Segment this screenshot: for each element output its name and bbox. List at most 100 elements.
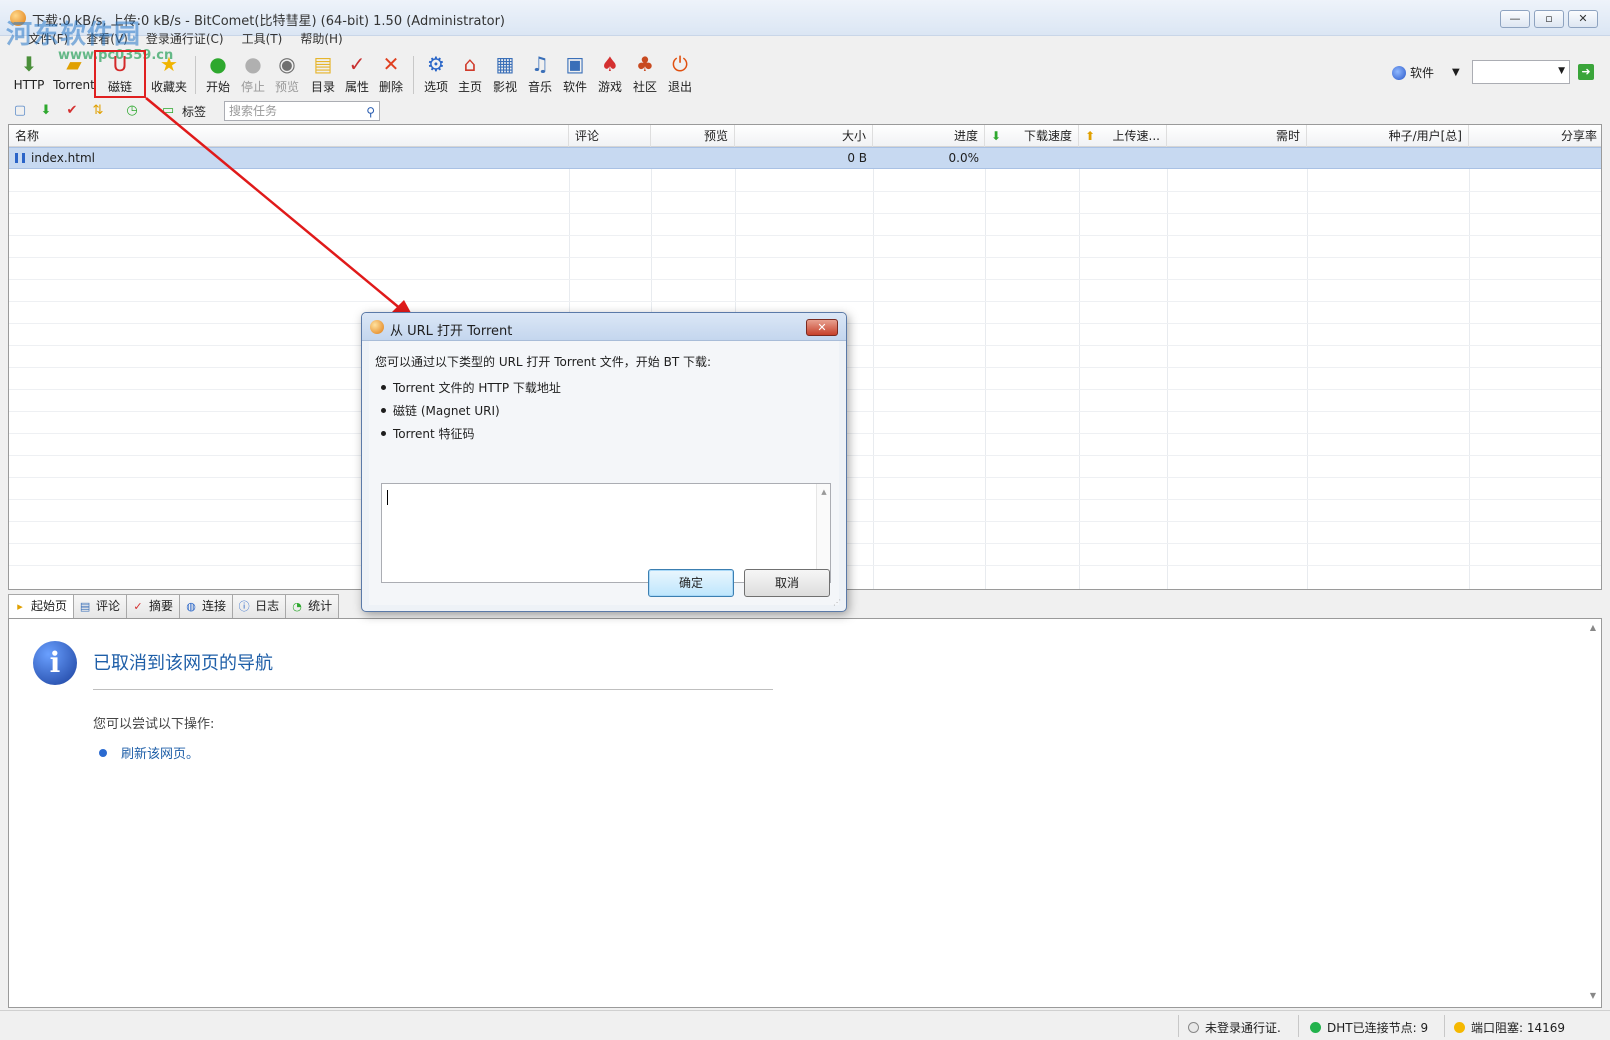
grid-line [9,279,1601,280]
home-button[interactable]: ⌂ 主页 [456,52,484,96]
close-window-button[interactable]: ✕ [1568,10,1598,28]
port-status[interactable]: 端口阻塞: 14169 [1454,1019,1565,1036]
column-comment[interactable]: 评论 [569,125,651,147]
stop-button[interactable]: ● 停止 [239,52,267,96]
status-separator [1178,1015,1179,1037]
favorites-button[interactable]: ★ 收藏夹 [150,52,188,96]
navigation-hint: 您可以尝试以下操作: [93,717,215,732]
http-download-icon: ⬇ [20,52,38,76]
task-ratio-cell [1469,148,1601,169]
column-name[interactable]: 名称 [9,125,569,147]
download-arrow-icon[interactable]: ⬇ [38,103,54,119]
web-search-combo[interactable]: ▼ [1472,60,1570,84]
maximize-button[interactable]: ▫ [1534,10,1564,28]
properties-button[interactable]: ✓ 属性 [343,52,371,96]
grid-line [9,213,1601,214]
column-seeds[interactable]: 种子/用户[总] [1307,125,1469,147]
ok-button[interactable]: 确定 [648,569,734,597]
preview-button[interactable]: ◉ 预览 [273,52,301,96]
column-ratio[interactable]: 分享率 [1469,125,1601,147]
dialog-bullet-item: Torrent 文件的 HTTP 下载地址 [381,381,561,395]
column-download-speed[interactable]: ⬇ 下载速度 [985,125,1079,147]
navigation-cancelled-title: 已取消到该网页的导航 [93,653,273,674]
delete-button[interactable]: ✕ 删除 [377,52,405,96]
tag-label[interactable]: 标签 [182,103,206,120]
updown-arrow-icon[interactable]: ⇅ [90,103,106,119]
url-input-textarea[interactable]: ▲ ▼ [381,483,831,583]
tab-comments[interactable]: ▤ 评论 [73,594,128,618]
table-row[interactable]: index.html 0 B 0.0% [9,147,1601,169]
tab-summary[interactable]: ✓ 摘要 [126,594,181,618]
menu-help[interactable]: 帮助(H) [300,30,342,47]
folder-button[interactable]: ▤ 目录 [309,52,337,96]
properties-icon: ✓ [348,52,366,76]
upload-arrow-icon: ⬆ [1085,129,1096,143]
options-button[interactable]: ⚙ 选项 [422,52,450,96]
divider [93,689,773,690]
community-button[interactable]: ♣ 社区 [631,52,659,96]
search-icon[interactable]: ⚲ [366,103,375,121]
cancel-button[interactable]: 取消 [744,569,830,597]
dialog-bullet-item: Torrent 特征码 [381,427,475,441]
task-size-cell: 0 B [847,151,867,165]
dialog-bullet-item: 磁链 (Magnet URI) [381,404,500,418]
play-icon: ● [209,52,227,76]
scroll-up-icon[interactable]: ▲ [1587,623,1599,635]
main-toolbar: ⬇ HTTP ▰ Torrent U 磁链 ★ 收藏夹 ● 开始 ● 停止 ◉ … [0,50,1610,98]
column-eta[interactable]: 需时 [1167,125,1307,147]
timer-icon[interactable]: ◷ [124,103,140,119]
column-upload-speed[interactable]: ⬆ 上传速... [1079,125,1167,147]
grid-line [9,301,1601,302]
start-page-browser: i 已取消到该网页的导航 您可以尝试以下操作: 刷新该网页。 ▲ ▼ [8,618,1602,1008]
software-button[interactable]: ▣ 软件 [561,52,589,96]
bottom-tab-bar: ▸ 起始页 ▤ 评论 ✓ 摘要 ◍ 连接 ⓘ 日志 ◔ 统计 [8,594,340,619]
connection-globe-icon: ◍ [186,600,196,613]
tab-log[interactable]: ⓘ 日志 [232,594,287,618]
minimize-button[interactable]: — [1500,10,1530,28]
refresh-page-link[interactable]: 刷新该网页。 [121,743,199,762]
bullet-icon [99,749,107,757]
menu-tools[interactable]: 工具(T) [242,30,283,47]
film-icon: ▦ [495,52,515,76]
exit-button[interactable]: ⏻ 退出 [666,52,694,96]
task-search-input[interactable]: 搜索任务 ⚲ [224,101,380,121]
task-seeds-cell [1307,148,1469,169]
go-arrow-icon[interactable]: ➜ [1578,64,1594,80]
http-button[interactable]: ⬇ HTTP [12,52,46,96]
tab-start-page[interactable]: ▸ 起始页 [8,594,75,619]
task-name-cell: index.html [9,148,569,169]
textarea-scrollbar[interactable]: ▲ ▼ [816,484,830,582]
download-arrow-icon: ⬇ [991,129,1002,143]
menu-login[interactable]: 登录通行证(C) [146,30,224,47]
dialog-close-button[interactable]: ✕ [806,319,838,336]
preview-icon: ◉ [278,52,296,76]
info-icon: i [33,641,77,685]
tab-statistics[interactable]: ◔ 统计 [285,594,340,618]
resize-grip-icon[interactable]: ⋰ [833,598,843,608]
dht-status[interactable]: DHT已连接节点: 9 [1310,1019,1428,1036]
check-icon[interactable]: ✔ [64,103,80,119]
column-progress[interactable]: 进度 [873,125,985,147]
globe-icon [1392,65,1406,80]
torrent-button[interactable]: ▰ Torrent [52,52,96,96]
dialog-title-bar[interactable]: 从 URL 打开 Torrent ✕ [362,313,846,341]
scroll-down-icon[interactable]: ▼ [1587,991,1599,1003]
music-button[interactable]: ♫ 音乐 [526,52,554,96]
software-search-selector[interactable]: 软件 ▼ [1392,64,1460,81]
tab-connections[interactable]: ◍ 连接 [179,594,234,618]
scroll-up-icon[interactable]: ▲ [817,488,831,496]
paused-icon [15,153,25,163]
video-button[interactable]: ▦ 影视 [491,52,519,96]
folder-icon: ▤ [313,52,333,76]
start-button[interactable]: ● 开始 [204,52,232,96]
login-status[interactable]: 未登录通行证. [1188,1019,1281,1036]
column-size[interactable]: 大小 [735,125,873,147]
games-button[interactable]: ♠ 游戏 [596,52,624,96]
tag-icon[interactable]: ▭ [160,103,176,119]
star-icon: ★ [160,52,178,76]
column-preview[interactable]: 预览 [651,125,735,147]
vertical-scrollbar[interactable]: ▲ ▼ [1587,623,1599,1003]
open-url-dialog: 从 URL 打开 Torrent ✕ 您可以通过以下类型的 URL 打开 Tor… [361,312,847,612]
new-task-icon[interactable]: ▢ [12,103,28,119]
passport-icon [1188,1022,1199,1033]
